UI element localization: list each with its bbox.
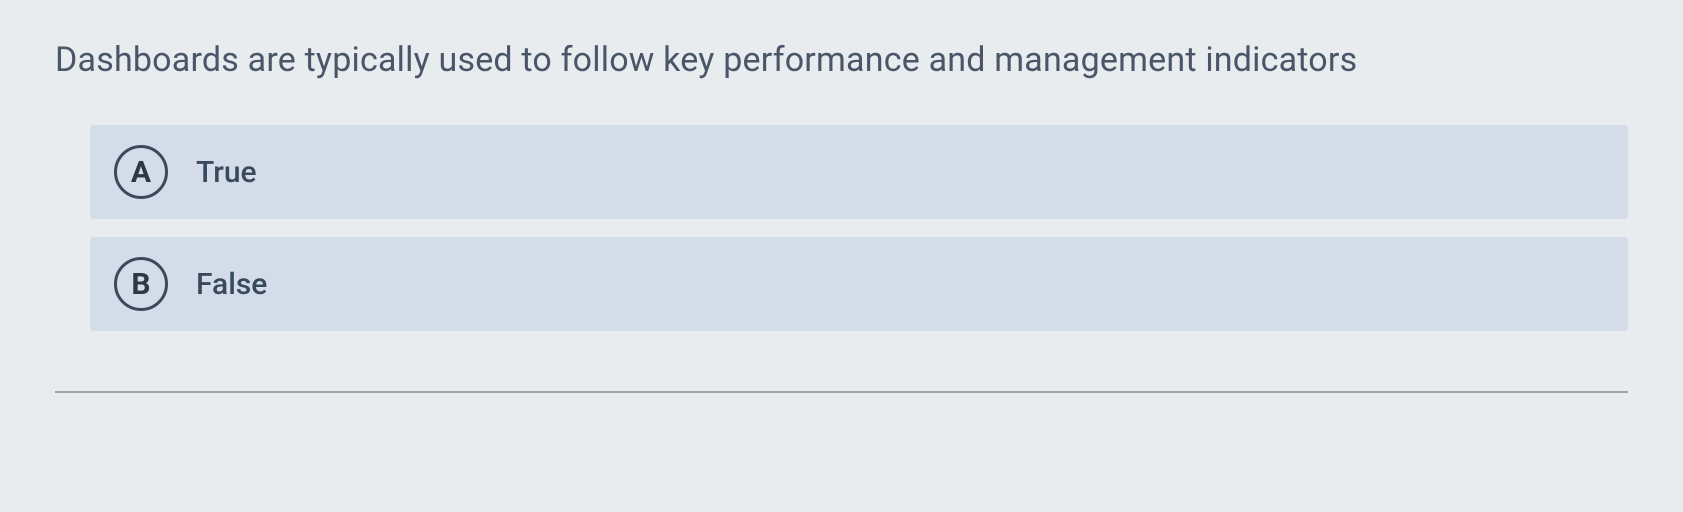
option-a[interactable]: A True <box>90 125 1628 219</box>
option-a-label: True <box>196 155 257 190</box>
option-b[interactable]: B False <box>90 237 1628 331</box>
divider <box>55 391 1628 393</box>
question-text: Dashboards are typically used to follow … <box>55 40 1628 80</box>
options-list: A True B False <box>55 125 1628 331</box>
question-container: Dashboards are typically used to follow … <box>0 0 1683 413</box>
option-b-letter: B <box>114 257 168 311</box>
option-a-letter: A <box>114 145 168 199</box>
option-b-label: False <box>196 267 267 302</box>
